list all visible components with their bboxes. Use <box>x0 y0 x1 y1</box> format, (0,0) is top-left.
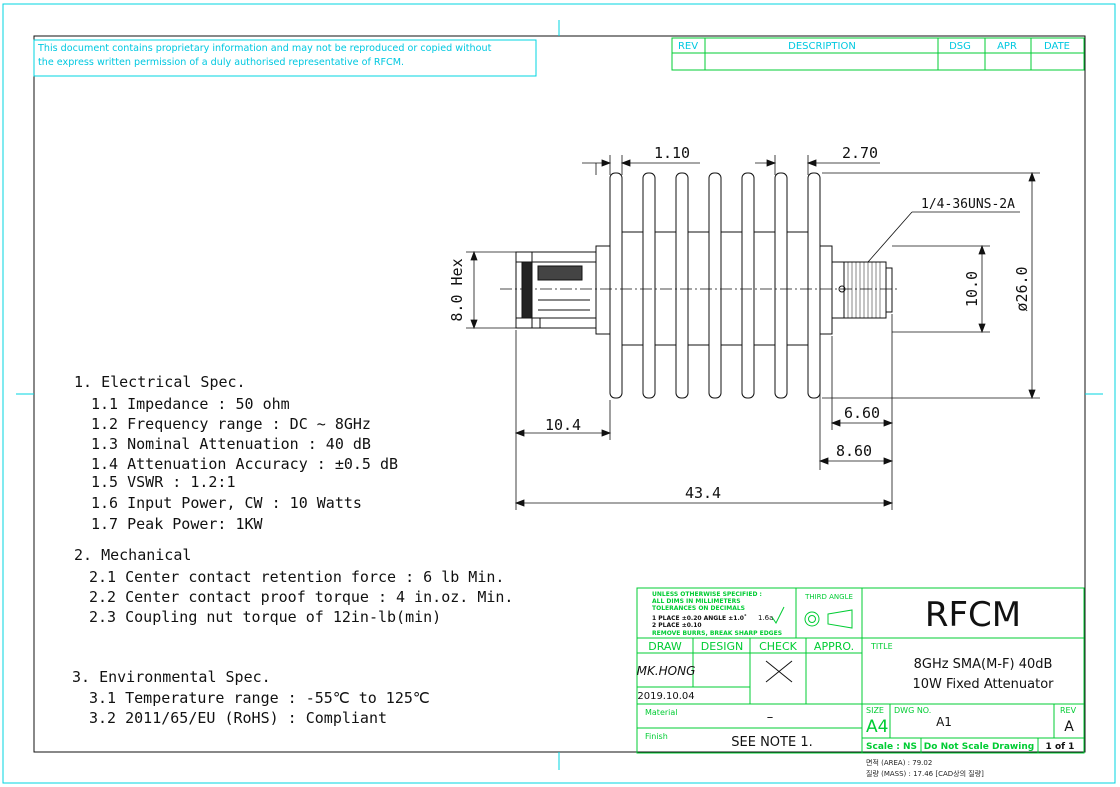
tolerance-line: TOLERANCES ON DECIMALS <box>652 605 745 612</box>
title-line1: 8GHz SMA(M-F) 40dB <box>914 657 1053 672</box>
draw-label: DRAW <box>648 640 682 653</box>
appro-label: APPRO. <box>814 640 854 653</box>
check-cross-mark <box>765 660 793 683</box>
thread-callout: 1/4-36UNS-2A <box>921 197 1015 212</box>
specs-notes: 1. Electrical Spec. 1.1 Impedance : 50 o… <box>72 373 513 727</box>
scale-text: Scale : NS <box>866 742 917 752</box>
heatsink-fins <box>609 172 821 399</box>
tolerance-line: UNLESS OTHERWISE SPECIFIED : <box>652 591 762 598</box>
finish-label: Finish <box>645 732 668 741</box>
electrical-item: 1.3 Nominal Attenuation : 40 dB <box>91 435 371 453</box>
dsg-header: DSG <box>949 41 971 52</box>
material-label: Material <box>645 708 678 717</box>
inner-border <box>33 35 1086 753</box>
tolerance-line: REMOVE BURRS, BREAK SHARP EDGES <box>652 630 782 637</box>
electrical-item: 1.7 Peak Power: 1KW <box>91 515 264 533</box>
finish-symbol: 1.6a <box>758 614 773 622</box>
size-value: A4 <box>866 717 888 737</box>
footer-mass: 질량 (MASS) : 17.46 [CAD상의 질량] <box>866 769 984 778</box>
dim-2-70: 2.70 <box>842 144 878 162</box>
flange-right <box>819 245 833 335</box>
flange-left <box>595 245 611 335</box>
dim-1-10: 1.10 <box>654 144 690 162</box>
environmental-heading: 3. Environmental Spec. <box>72 668 271 686</box>
title-block: UNLESS OTHERWISE SPECIFIED : ALL DIMS IN… <box>636 587 1085 754</box>
mechanical-item: 2.1 Center contact retention force : 6 l… <box>89 568 504 586</box>
drawing-sheet: This document contains proprietary infor… <box>2 3 1116 784</box>
hex-body <box>531 251 597 329</box>
footer-area: 면적 (AREA) : 79.02 <box>866 758 932 767</box>
draw-date: 2019.10.04 <box>637 691 694 702</box>
third-angle-projection-icon <box>804 609 853 629</box>
revision-table: REV DESCRIPTION DSG APR DATE <box>671 37 1085 71</box>
tolerance-line: 1 PLACE ±0.20 ANGLE ±1.0˚ <box>652 615 747 622</box>
dim-8-0-hex: 8.0 Hex <box>448 258 466 321</box>
tolerance-line: 2 PLACE ±0.10 <box>652 622 702 629</box>
coupling-thread <box>537 265 583 281</box>
electrical-item: 1.4 Attenuation Accuracy : ±0.5 dB <box>91 455 398 473</box>
notice-line1: This document contains proprietary infor… <box>37 43 492 54</box>
do-not-scale-text: Do Not Scale Drawing <box>924 742 1034 752</box>
title-label: TITLE <box>870 642 893 651</box>
rev-value: A <box>1064 719 1074 735</box>
female-connector-tip <box>885 267 893 313</box>
mechanical-item: 2.3 Coupling nut torque of 12in-lb(min) <box>89 608 441 626</box>
dim-10-4: 10.4 <box>545 416 581 434</box>
date-header: DATE <box>1044 41 1070 52</box>
third-angle-label: THIRD ANGLE <box>804 593 853 601</box>
environmental-item: 3.1 Temperature range : -55℃ to 125℃ <box>89 689 430 707</box>
description-header: DESCRIPTION <box>788 41 856 52</box>
apr-header: APR <box>997 41 1017 52</box>
notice-line2: the express written permission of a duly… <box>38 57 404 68</box>
size-label: SIZE <box>866 706 884 715</box>
finish-value: SEE NOTE 1. <box>731 735 812 750</box>
rev-label: REV <box>1060 706 1077 715</box>
male-pin-insulator <box>521 261 533 319</box>
mechanical-item: 2.2 Center contact proof torque : 4 in.o… <box>89 588 513 606</box>
company-name: RFCM <box>925 595 1021 635</box>
dim-43-4: 43.4 <box>685 484 721 502</box>
check-label: CHECK <box>759 640 798 653</box>
dim-6-60: 6.60 <box>844 404 880 422</box>
environmental-item: 3.2 2011/65/EU (RoHS) : Compliant <box>89 709 387 727</box>
attenuator-drawing <box>500 172 900 399</box>
dim-10-0: 10.0 <box>963 271 981 307</box>
dim-8-60: 8.60 <box>836 442 872 460</box>
electrical-heading: 1. Electrical Spec. <box>74 373 246 391</box>
rev-header: REV <box>678 41 698 52</box>
female-shoulder <box>831 261 845 319</box>
electrical-item: 1.6 Input Power, CW : 10 Watts <box>91 494 362 512</box>
tolerance-line: ALL DIMS IN MILLIMETERS <box>652 598 741 605</box>
dim-dia-26: ø26.0 <box>1013 266 1031 311</box>
electrical-item: 1.5 VSWR : 1.2:1 <box>91 473 236 491</box>
title-line2: 10W Fixed Attenuator <box>912 677 1054 692</box>
dwg-no-label: DWG NO. <box>894 706 931 715</box>
sheet-number: 1 of 1 <box>1046 742 1075 752</box>
mechanical-heading: 2. Mechanical <box>74 546 191 564</box>
electrical-item: 1.2 Frequency range : DC ~ 8GHz <box>91 415 371 433</box>
design-label: DESIGN <box>701 640 743 653</box>
dwg-no-value: A1 <box>936 715 952 729</box>
electrical-item: 1.1 Impedance : 50 ohm <box>91 395 290 413</box>
female-connector-body <box>843 261 887 319</box>
drawer-signature: MK.HONG <box>637 664 696 678</box>
material-value: – <box>767 710 774 725</box>
